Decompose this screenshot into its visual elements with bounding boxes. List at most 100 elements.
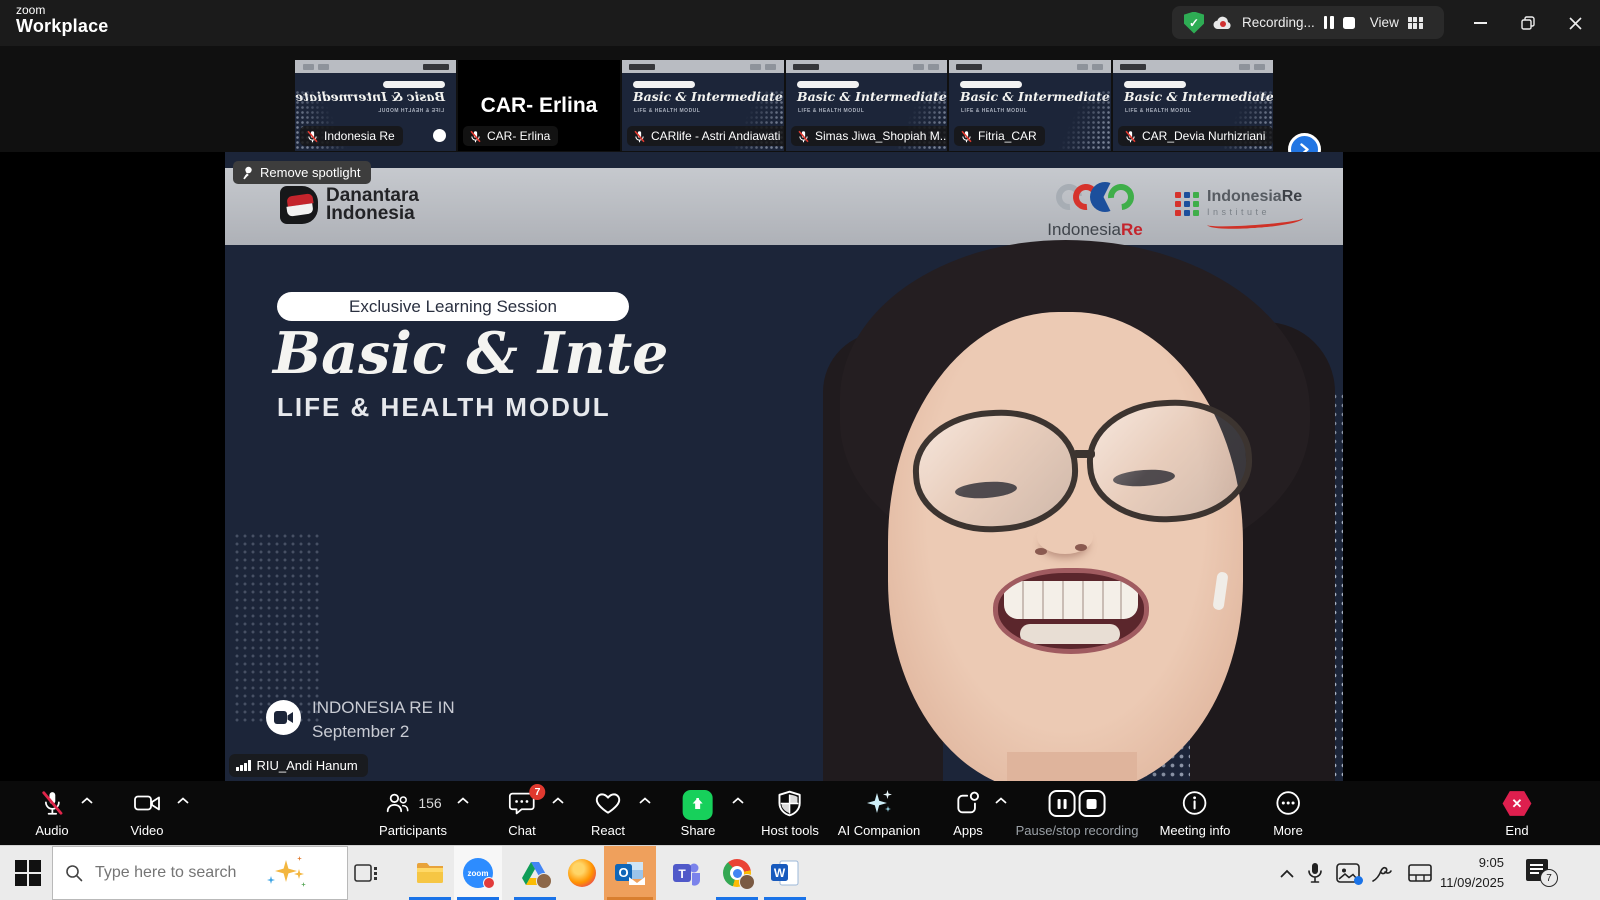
remove-spotlight-button[interactable]: Remove spotlight: [233, 161, 372, 184]
svg-text:T: T: [678, 867, 686, 881]
notification-center-button[interactable]: 7: [1526, 859, 1558, 887]
tray-pen-icon[interactable]: [1371, 846, 1393, 900]
stop-recording-tile-icon[interactable]: [1078, 790, 1106, 817]
zoom-app-taskbar-icon[interactable]: zoom: [454, 846, 502, 900]
gallery-filmstrip: Basic & Intermediate LIFE & HEALTH MODUL…: [0, 46, 1600, 152]
svg-text:W: W: [774, 866, 786, 880]
audio-button[interactable]: Audio: [35, 781, 69, 845]
brand-workplace: Workplace: [16, 15, 109, 36]
taskbar-clock[interactable]: 9:05 11/09/2025: [1440, 853, 1504, 892]
participants-icon: [387, 793, 409, 813]
search-icon: [66, 865, 83, 882]
more-ellipsis-icon: [1276, 791, 1300, 815]
audio-options-chevron[interactable]: [81, 797, 93, 804]
more-button[interactable]: More: [1273, 781, 1303, 845]
tray-touch-keyboard-icon[interactable]: [1408, 846, 1432, 900]
meeting-info-button[interactable]: Meeting info: [1160, 781, 1230, 845]
spotlight-name-tag: RIU_Andi Hanum: [229, 754, 368, 777]
muted-mic-icon: [470, 130, 481, 142]
zoom-workplace-logo: zoom Workplace: [16, 4, 109, 35]
presenter-webcam-person: [225, 152, 1343, 781]
clock-time: 9:05: [1478, 855, 1504, 870]
view-button[interactable]: View: [1370, 15, 1399, 30]
chrome-taskbar-icon[interactable]: [713, 846, 761, 900]
muted-mic-icon: [634, 130, 645, 142]
pause-recording-tile-icon[interactable]: [1048, 790, 1076, 817]
chat-options-chevron[interactable]: [552, 797, 564, 804]
pause-recording-icon[interactable]: [1323, 16, 1334, 29]
video-thumbnail-car-devia[interactable]: Basic & Intermediate LIFE & HEALTH MODUL…: [1113, 60, 1273, 151]
video-thumbnail-fitria-car[interactable]: Basic & Intermediate LIFE & HEALTH MODUL…: [949, 60, 1111, 151]
restore-button[interactable]: [1505, 0, 1551, 46]
ai-sparkle-icon: [865, 790, 893, 817]
participant-name-tag: Simas Jiwa_Shopiah M...: [791, 126, 947, 146]
spotlight-video[interactable]: Danantara Indonesia IndonesiaRe Indonesi…: [225, 152, 1343, 781]
participant-name-tag: Indonesia Re: [300, 126, 403, 146]
firefox-taskbar-icon[interactable]: [558, 846, 606, 900]
recording-indicator: ✓ Recording... View: [1172, 6, 1444, 39]
tray-microphone-icon[interactable]: [1308, 846, 1323, 900]
security-shield-icon: ✓: [1184, 11, 1204, 34]
tray-expand-chevron[interactable]: [1280, 846, 1294, 900]
connection-signal-icon: [236, 760, 251, 771]
brand-zoom: zoom: [16, 3, 46, 17]
minimize-button[interactable]: [1457, 0, 1503, 46]
share-options-chevron[interactable]: [732, 797, 744, 804]
host-tools-button[interactable]: Host tools: [761, 781, 819, 845]
ai-companion-button[interactable]: AI Companion: [838, 781, 920, 845]
smile: [993, 568, 1149, 654]
video-options-chevron[interactable]: [177, 797, 189, 804]
task-view-icon: [354, 864, 377, 882]
pause-stop-recording-button[interactable]: Pause/stop recording: [1016, 781, 1138, 845]
video-thumbnail-car-erlina[interactable]: CAR- Erlina CAR- Erlina: [458, 60, 620, 151]
apps-button[interactable]: Apps: [953, 781, 983, 845]
meeting-toolbar: Audio Video 156 Participants 7 Chat Reac…: [0, 781, 1600, 845]
react-options-chevron[interactable]: [639, 797, 651, 804]
svg-text:O: O: [618, 865, 628, 880]
participant-name-tag: CAR_Devia Nurhizriani: [1118, 126, 1273, 146]
video-thumbnail-indonesia-re[interactable]: Basic & Intermediate LIFE & HEALTH MODUL…: [295, 60, 456, 151]
google-drive-taskbar-icon[interactable]: [511, 846, 559, 900]
share-button[interactable]: Share: [681, 781, 715, 845]
stop-recording-icon[interactable]: [1342, 16, 1355, 29]
muted-mic-icon: [41, 791, 63, 815]
participants-button[interactable]: 156 Participants: [379, 781, 447, 845]
search-highlights-sparkle-icon: [267, 856, 307, 890]
task-view-button[interactable]: [342, 846, 390, 900]
participant-name-tag: CAR- Erlina: [463, 126, 559, 146]
recording-label: Recording...: [1242, 15, 1315, 30]
muted-mic-icon: [307, 130, 318, 142]
chat-button[interactable]: 7 Chat: [508, 781, 546, 845]
notification-count-badge: 7: [1540, 869, 1558, 887]
close-button[interactable]: [1552, 0, 1598, 46]
zoom-titlebar: zoom Workplace ✓ Recording... View: [0, 0, 1600, 46]
end-meeting-button[interactable]: ✕ End: [1502, 781, 1532, 845]
video-thumbnail-carlife-astri[interactable]: Basic & Intermediate LIFE & HEALTH MODUL…: [622, 60, 784, 151]
muted-mic-icon: [798, 130, 809, 142]
word-taskbar-icon[interactable]: W: [761, 846, 809, 900]
participant-name-tag: CARlife - Astri Andiawati: [627, 126, 784, 146]
file-explorer-taskbar-icon[interactable]: [406, 846, 454, 900]
cloud-recording-icon: [1213, 16, 1233, 30]
teams-taskbar-icon[interactable]: T: [663, 846, 711, 900]
tray-photos-icon[interactable]: [1336, 846, 1363, 900]
video-button[interactable]: Video: [130, 781, 164, 845]
heart-icon: [595, 793, 621, 814]
taskbar-search-box[interactable]: [52, 846, 348, 900]
muted-mic-icon: [961, 130, 972, 142]
host-tools-shield-icon: [778, 790, 802, 817]
chat-unread-badge: 7: [529, 784, 546, 800]
start-button[interactable]: [15, 860, 41, 886]
view-layout-icon[interactable]: [1407, 16, 1423, 29]
windows-taskbar: zoom O T W: [0, 845, 1600, 900]
search-input[interactable]: [93, 863, 257, 883]
participants-options-chevron[interactable]: [457, 797, 469, 804]
glasses-bridge: [1073, 450, 1095, 458]
react-button[interactable]: React: [591, 781, 625, 845]
clock-date: 11/09/2025: [1440, 874, 1505, 890]
video-thumbnail-simas-jiwa[interactable]: Basic & Intermediate LIFE & HEALTH MODUL…: [786, 60, 947, 151]
apps-options-chevron[interactable]: [995, 797, 1007, 804]
participant-name-tag: Fitria_CAR: [954, 126, 1045, 146]
apps-icon: [957, 791, 980, 814]
outlook-taskbar-icon[interactable]: O: [604, 846, 656, 900]
